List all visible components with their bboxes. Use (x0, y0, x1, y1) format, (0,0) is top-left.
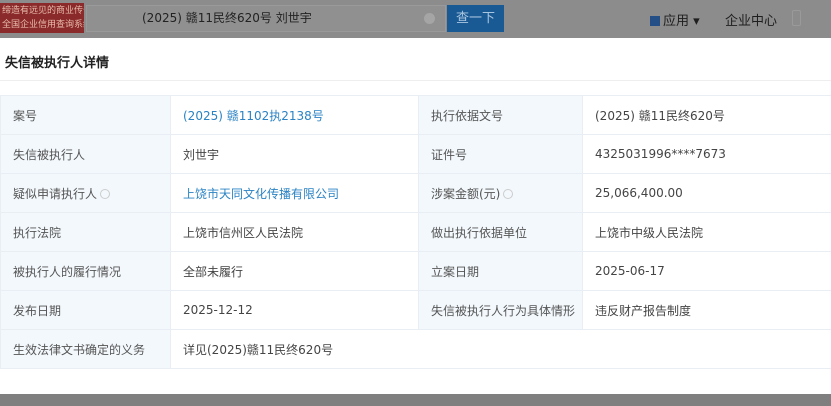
table-row: 生效法律文书确定的义务 详见(2025)赣11民终620号 (0, 329, 831, 369)
field-value: 刘世宇 (170, 134, 419, 174)
table-row: 执行法院 上饶市信州区人民法院 做出执行依据单位 上饶市中级人民法院 (0, 212, 831, 252)
field-label: 立案日期 (418, 251, 583, 291)
field-value[interactable]: 上饶市天同文化传播有限公司 (170, 173, 419, 213)
field-value: (2025) 赣11民终620号 (582, 95, 831, 135)
field-value: 详见(2025)赣11民终620号 (170, 329, 831, 369)
field-label: 证件号 (418, 134, 583, 174)
field-label: 发布日期 (0, 290, 171, 330)
field-value[interactable]: (2025) 赣1102执2138号 (170, 95, 419, 135)
table-row: 疑似申请执行人 上饶市天同文化传播有限公司 涉案金额(元) 25,066,400.00 (0, 173, 831, 213)
field-label: 案号 (0, 95, 171, 135)
logo-slogan: 缔造有远见的商业传奇 (2, 6, 84, 16)
field-value: 2025-06-17 (582, 251, 831, 291)
field-label: 失信被执行人行为具体情形 (418, 290, 583, 330)
clear-icon[interactable] (424, 13, 435, 24)
apps-menu[interactable]: 应用 ▾ (650, 10, 700, 29)
field-label: 生效法律文书确定的义务 (0, 329, 171, 369)
info-icon[interactable] (100, 188, 111, 199)
field-value: 上饶市中级人民法院 (582, 212, 831, 252)
field-label: 被执行人的履行情况 (0, 251, 171, 291)
table-row: 失信被执行人 刘世宇 证件号 4325031996****7673 (0, 134, 831, 174)
field-value: 25,066,400.00 (582, 173, 831, 213)
modal-title: 失信被执行人详情 (5, 56, 110, 71)
table-row: 被执行人的履行情况 全部未履行 立案日期 2025-06-17 (0, 251, 831, 291)
divider (0, 80, 831, 81)
field-label: 执行依据文号 (418, 95, 583, 135)
logo-name: 全国企业信用查询系统 (2, 20, 84, 30)
logo[interactable]: 缔造有远见的商业传奇 全国企业信用查询系统 (0, 3, 84, 33)
field-label: 执行法院 (0, 212, 171, 252)
table-row: 发布日期 2025-12-12 失信被执行人行为具体情形 违反财产报告制度 (0, 290, 831, 330)
field-value: 4325031996****7673 (582, 134, 831, 174)
field-label: 涉案金额(元) (418, 173, 583, 213)
field-value: 上饶市信州区人民法院 (170, 212, 419, 252)
value-link[interactable]: 上饶市天同文化传播有限公司 (183, 187, 339, 201)
apps-icon (650, 16, 660, 26)
search-input[interactable]: (2025) 赣11民终620号 刘世宇 (86, 5, 446, 32)
search-value: (2025) 赣11民终620号 刘世宇 (142, 11, 312, 25)
field-label: 疑似申请执行人 (0, 173, 171, 213)
top-bar: 缔造有远见的商业传奇 全国企业信用查询系统 (2025) 赣11民终620号 刘世… (0, 0, 831, 38)
value-link[interactable]: (2025) 赣1102执2138号 (183, 109, 324, 123)
enterprise-center-link[interactable]: 企业中心 (725, 10, 777, 29)
apps-label: 应用 ▾ (663, 14, 700, 29)
field-label: 失信被执行人 (0, 134, 171, 174)
info-icon[interactable] (503, 188, 514, 199)
field-label: 做出执行依据单位 (418, 212, 583, 252)
field-value: 2025-12-12 (170, 290, 419, 330)
field-value: 全部未履行 (170, 251, 419, 291)
field-value: 违反财产报告制度 (582, 290, 831, 330)
table-row: 案号 (2025) 赣1102执2138号 执行依据文号 (2025) 赣11民终62… (0, 95, 831, 135)
detail-modal: 失信被执行人详情 案号 (2025) 赣1102执2138号 执行依据文号 (2025… (0, 38, 831, 394)
search-button[interactable]: 查一下 (447, 5, 504, 32)
detail-table: 案号 (2025) 赣1102执2138号 执行依据文号 (2025) 赣11民终62… (0, 95, 831, 369)
mobile-icon[interactable] (792, 10, 801, 26)
